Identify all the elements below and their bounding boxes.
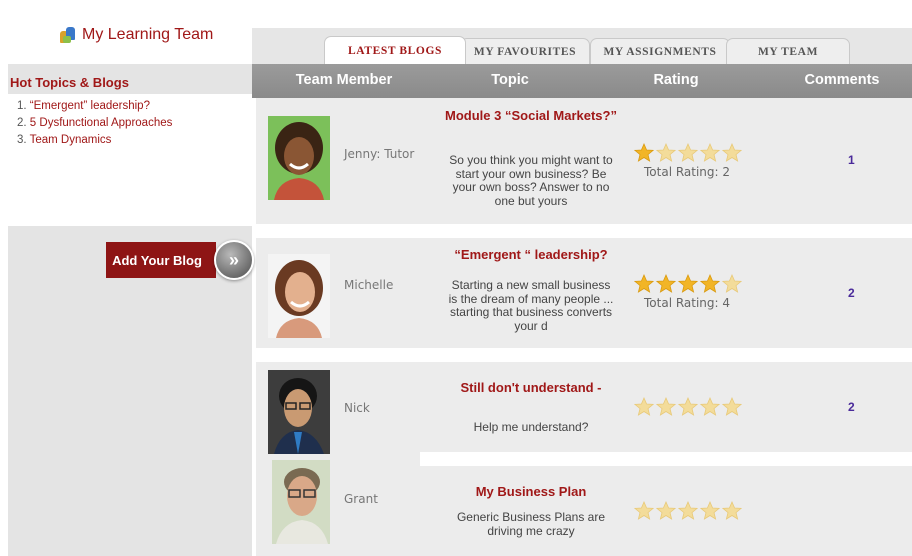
- hot-topic-link[interactable]: 5 Dysfunctional Approaches: [30, 117, 173, 129]
- table-row[interactable]: Grant My Business Plan Generic Business …: [256, 460, 912, 556]
- avatar: [272, 460, 330, 544]
- tab-my-assignments[interactable]: MY ASSIGNMENTS: [590, 38, 730, 64]
- star-empty-icon[interactable]: [634, 501, 654, 520]
- star-filled-icon[interactable]: [634, 274, 654, 293]
- hot-topic-item[interactable]: 2. 5 Dysfunctional Approaches: [17, 117, 172, 129]
- star-empty-icon[interactable]: [722, 501, 742, 520]
- topic-title-link[interactable]: Module 3 “Social Markets?”: [426, 108, 636, 123]
- star-empty-icon[interactable]: [722, 274, 742, 293]
- star-empty-icon[interactable]: [678, 397, 698, 416]
- star-empty-icon[interactable]: [700, 143, 720, 162]
- topic-title-link[interactable]: Still don't understand -: [426, 380, 636, 395]
- star-empty-icon[interactable]: [678, 143, 698, 162]
- star-rating[interactable]: [634, 143, 742, 162]
- star-filled-icon[interactable]: [634, 143, 654, 162]
- row-divider: [256, 348, 912, 362]
- table-row[interactable]: Jenny: Tutor Module 3 “Social Markets?” …: [256, 98, 912, 224]
- star-empty-icon[interactable]: [700, 501, 720, 520]
- star-empty-icon[interactable]: [722, 397, 742, 416]
- comment-count-link[interactable]: 2: [848, 400, 855, 414]
- member-name: Michelle: [344, 278, 394, 292]
- star-empty-icon[interactable]: [656, 397, 676, 416]
- topic-title-link[interactable]: “Emergent “ leadership?: [426, 247, 636, 262]
- star-empty-icon[interactable]: [678, 501, 698, 520]
- topic-excerpt: Starting a new small business is the dre…: [448, 278, 614, 333]
- double-chevron-right-icon[interactable]: »: [214, 240, 254, 280]
- topic-excerpt: Help me understand?: [473, 420, 589, 434]
- row-divider: [256, 224, 912, 238]
- total-rating: Total Rating: 4: [644, 296, 731, 310]
- star-empty-icon[interactable]: [656, 501, 676, 520]
- hot-topic-item[interactable]: 3. Team Dynamics: [17, 134, 111, 146]
- total-rating: Total Rating: 2: [644, 165, 731, 179]
- star-filled-icon[interactable]: [678, 274, 698, 293]
- member-name: Grant: [344, 492, 378, 506]
- tab-my-favourites[interactable]: MY FAVOURITES: [460, 38, 590, 64]
- star-rating[interactable]: [634, 397, 742, 416]
- member-name: Nick: [344, 401, 370, 415]
- hot-topic-link[interactable]: Team Dynamics: [30, 134, 112, 146]
- app-logo[interactable]: My Learning Team: [60, 26, 213, 44]
- app-title: My Learning Team: [82, 26, 214, 43]
- hot-topic-item[interactable]: 1. “Emergent” leadership?: [17, 100, 150, 112]
- star-empty-icon[interactable]: [700, 397, 720, 416]
- table-header: Team Member Topic Rating Comments: [252, 64, 912, 98]
- tab-my-team[interactable]: MY TEAM: [726, 38, 850, 64]
- star-empty-icon[interactable]: [656, 143, 676, 162]
- star-rating[interactable]: [634, 274, 742, 293]
- avatar: [268, 116, 330, 200]
- member-name: Jenny: Tutor: [344, 147, 415, 161]
- topic-excerpt: Generic Business Plans are driving me cr…: [456, 510, 606, 538]
- column-header-comments: Comments: [804, 72, 880, 88]
- add-blog-button[interactable]: Add Your Blog: [106, 242, 216, 278]
- avatar: [268, 370, 330, 454]
- comment-count-link[interactable]: 1: [848, 153, 855, 167]
- avatar: [268, 254, 330, 338]
- star-rating[interactable]: [634, 501, 742, 520]
- topic-title-link[interactable]: My Business Plan: [426, 484, 636, 499]
- row-divider: [420, 452, 912, 466]
- tab-latest-blogs[interactable]: LATEST BLOGS: [324, 36, 466, 64]
- comment-count-link[interactable]: 2: [848, 286, 855, 300]
- table-row[interactable]: Michelle “Emergent “ leadership? Startin…: [256, 238, 912, 348]
- sidebar: Hot Topics & Blogs 1. “Emergent” leaders…: [8, 64, 254, 556]
- star-empty-icon[interactable]: [634, 397, 654, 416]
- people-group-icon: [60, 27, 76, 43]
- column-header-rating: Rating: [653, 72, 699, 88]
- sidebar-heading: Hot Topics & Blogs: [10, 75, 129, 90]
- hot-topic-link[interactable]: “Emergent” leadership?: [30, 100, 150, 112]
- star-filled-icon[interactable]: [700, 274, 720, 293]
- topic-excerpt: So you think you might want to start you…: [449, 153, 613, 208]
- table-row[interactable]: Nick Still don't understand - Help me un…: [256, 362, 912, 454]
- column-header-team-member: Team Member: [295, 72, 393, 88]
- star-empty-icon[interactable]: [722, 143, 742, 162]
- hot-topics-list: 1. “Emergent” leadership? 2. 5 Dysfuncti…: [8, 94, 252, 226]
- star-filled-icon[interactable]: [656, 274, 676, 293]
- column-header-topic: Topic: [491, 72, 529, 88]
